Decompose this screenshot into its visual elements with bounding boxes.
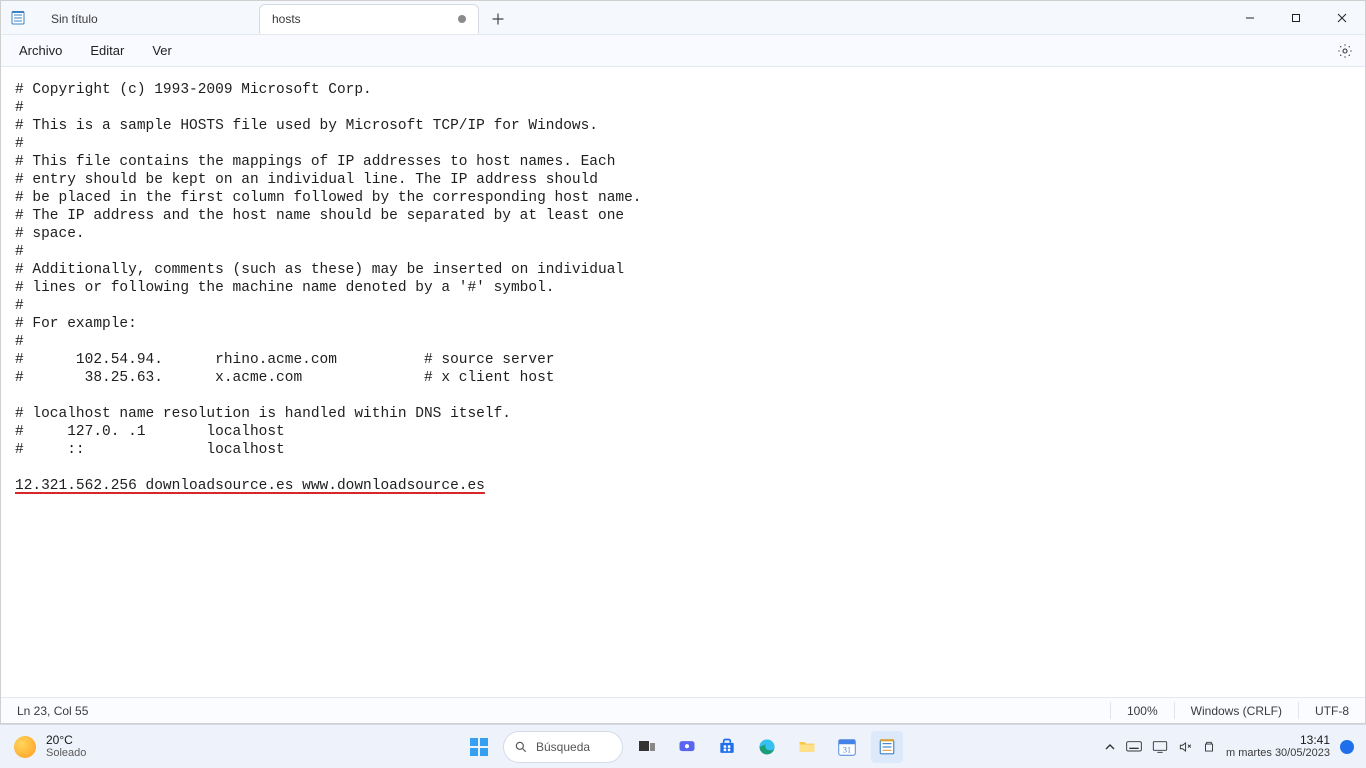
editor-content[interactable]: # Copyright (c) 1993-2009 Microsoft Corp…: [15, 81, 1351, 495]
menu-file[interactable]: Archivo: [7, 39, 74, 62]
text-editor[interactable]: # Copyright (c) 1993-2009 Microsoft Corp…: [1, 67, 1365, 697]
status-encoding[interactable]: UTF-8: [1299, 698, 1365, 723]
weather-description: Soleado: [46, 747, 86, 760]
search-icon: [514, 740, 528, 754]
weather-temperature: 20°C: [46, 734, 86, 747]
window-controls: [1227, 1, 1365, 34]
taskbar: 20°C Soleado Búsqueda: [0, 724, 1366, 768]
tab-hosts[interactable]: hosts: [259, 4, 479, 34]
search-placeholder: Búsqueda: [536, 740, 590, 754]
svg-text:31: 31: [843, 745, 851, 754]
taskbar-search[interactable]: Búsqueda: [503, 731, 623, 763]
start-button[interactable]: [463, 731, 495, 763]
status-eol[interactable]: Windows (CRLF): [1175, 698, 1298, 723]
menubar: Archivo Editar Ver: [1, 35, 1365, 67]
chevron-up-icon[interactable]: [1104, 741, 1116, 753]
taskbar-center: Búsqueda 31: [320, 731, 1046, 763]
weather-text: 20°C Soleado: [46, 734, 86, 760]
cast-icon[interactable]: [1152, 740, 1168, 754]
notification-badge[interactable]: [1340, 740, 1354, 754]
statusbar: Ln 23, Col 55 100% Windows (CRLF) UTF-8: [1, 697, 1365, 723]
close-button[interactable]: [1319, 1, 1365, 34]
volume-mute-icon[interactable]: [1178, 740, 1192, 754]
highlighted-hosts-entry: 12.321.562.256 downloadsource.es www.dow…: [15, 478, 485, 494]
chat-button[interactable]: [671, 731, 703, 763]
notepad-taskbar-button[interactable]: [871, 731, 903, 763]
tab-strip: Sin título hosts: [35, 1, 1227, 34]
power-icon[interactable]: [1202, 740, 1216, 754]
file-explorer-button[interactable]: [791, 731, 823, 763]
tab-untitled[interactable]: Sin título: [39, 4, 259, 34]
taskbar-weather-widget[interactable]: 20°C Soleado: [0, 734, 320, 760]
menu-view[interactable]: Ver: [140, 39, 184, 62]
menu-edit[interactable]: Editar: [78, 39, 136, 62]
new-tab-button[interactable]: [483, 4, 513, 34]
edge-button[interactable]: [751, 731, 783, 763]
sun-icon: [14, 736, 36, 758]
tab-label: hosts: [272, 12, 301, 26]
task-view-button[interactable]: [631, 731, 663, 763]
microsoft-store-button[interactable]: [711, 731, 743, 763]
status-zoom[interactable]: 100%: [1111, 698, 1174, 723]
settings-button[interactable]: [1331, 37, 1359, 65]
unsaved-indicator-icon: [458, 15, 466, 23]
maximize-button[interactable]: [1273, 1, 1319, 34]
notepad-app-icon: [1, 1, 35, 34]
tab-label: Sin título: [51, 12, 98, 26]
keyboard-icon[interactable]: [1126, 741, 1142, 753]
notepad-window: Sin título hosts Archivo Editar V: [0, 0, 1366, 724]
minimize-button[interactable]: [1227, 1, 1273, 34]
taskbar-clock[interactable]: 13:41 m martes 30/05/2023: [1226, 734, 1330, 760]
system-tray[interactable]: [1104, 740, 1216, 754]
calendar-button[interactable]: 31: [831, 731, 863, 763]
titlebar[interactable]: Sin título hosts: [1, 1, 1365, 35]
status-cursor-position: Ln 23, Col 55: [1, 698, 104, 723]
taskbar-right: 13:41 m martes 30/05/2023: [1046, 734, 1366, 760]
clock-time: 13:41: [1300, 734, 1330, 747]
clock-date: m martes 30/05/2023: [1226, 747, 1330, 760]
